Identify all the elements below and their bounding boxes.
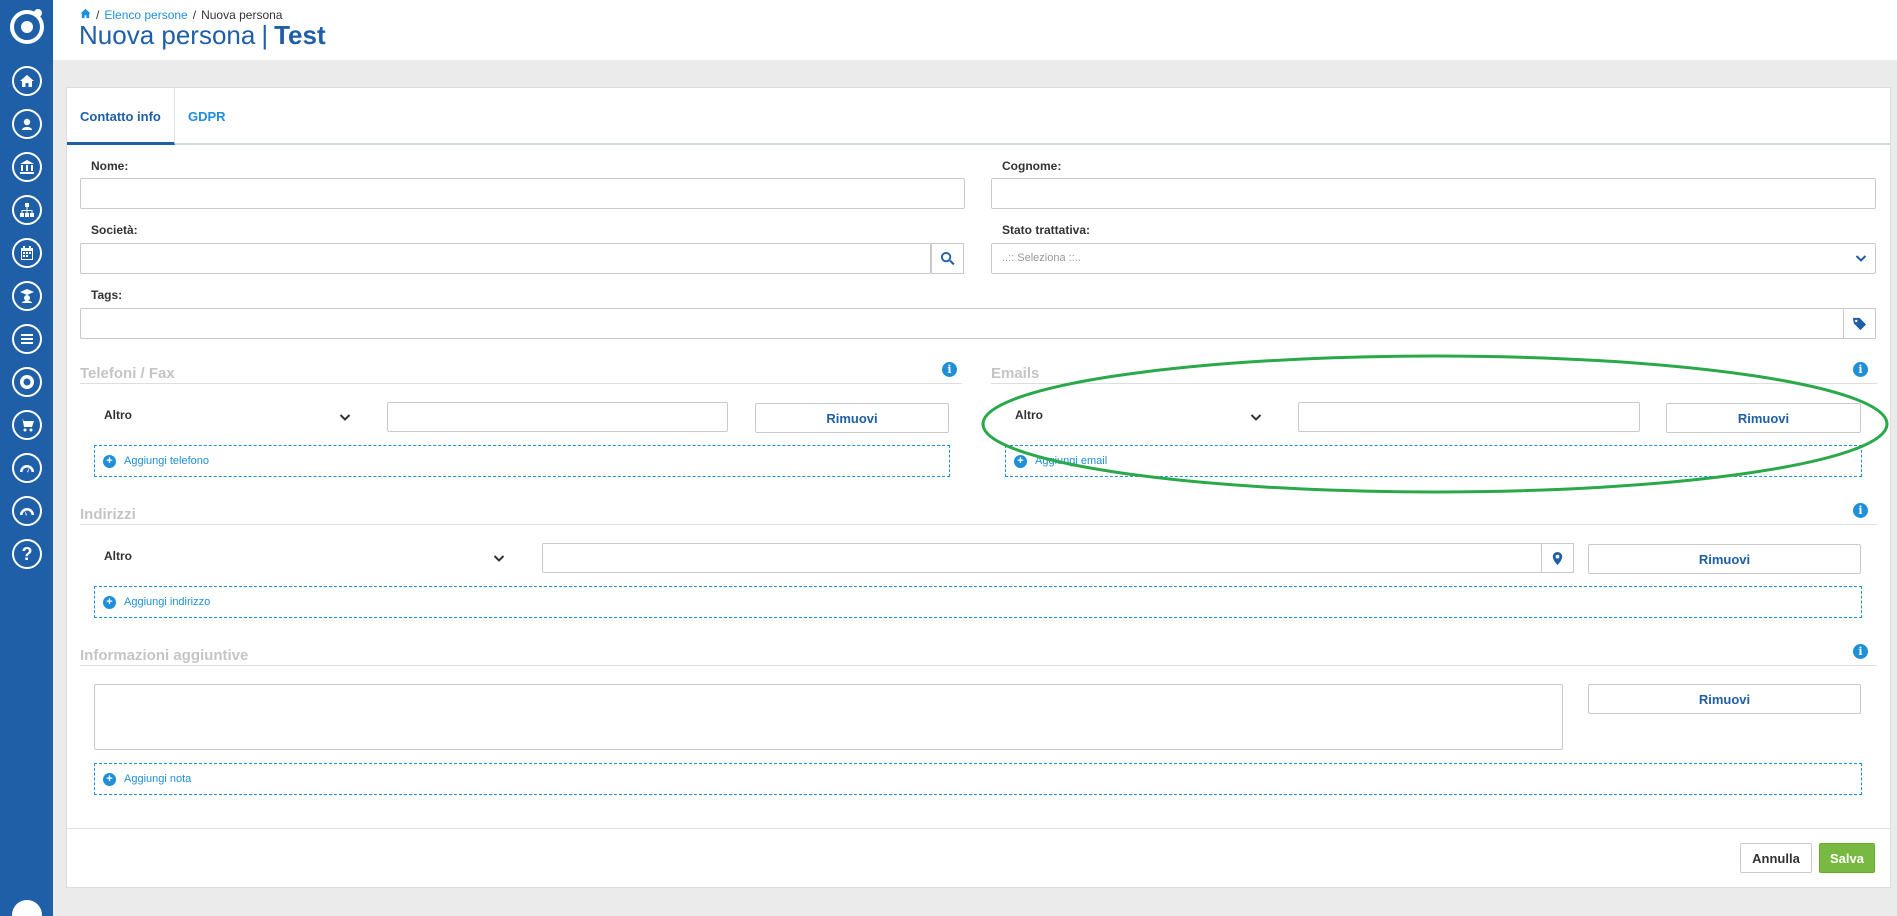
help-icon[interactable]: ? — [12, 539, 42, 569]
chevron-down-icon[interactable] — [493, 552, 505, 564]
info-section-title: Informazioni aggiuntive — [80, 647, 249, 664]
add-indirizzo-label: Aggiungi indirizzo — [124, 596, 211, 608]
nota-remove-button[interactable]: Rimuovi — [1588, 684, 1861, 714]
calendar-icon[interactable] — [12, 238, 42, 268]
add-telefono-button[interactable]: + Aggiungi telefono — [94, 445, 950, 477]
chevron-down-icon[interactable] — [1250, 411, 1262, 423]
chevron-down-icon — [1855, 255, 1867, 262]
user-avatar-icon[interactable] — [12, 900, 42, 916]
emails-divider — [991, 383, 1877, 384]
add-telefono-label: Aggiungi telefono — [124, 455, 210, 467]
add-nota-label: Aggiungi nota — [124, 773, 192, 785]
page-title-sub: Test — [274, 20, 326, 50]
tab-gdpr[interactable]: GDPR — [175, 88, 239, 145]
search-icon[interactable] — [931, 243, 964, 274]
add-indirizzo-button[interactable]: + Aggiungi indirizzo — [94, 586, 1862, 618]
app-logo-icon[interactable] — [8, 5, 46, 47]
cognome-input[interactable] — [991, 178, 1876, 209]
add-nota-button[interactable]: + Aggiungi nota — [94, 763, 1862, 795]
indirizzo-input[interactable] — [542, 543, 1542, 573]
cart-icon[interactable] — [12, 410, 42, 440]
telefoni-section-title: Telefoni / Fax — [80, 365, 175, 382]
telefoni-divider — [80, 383, 962, 384]
contact-icon[interactable] — [12, 109, 42, 139]
gauge-alt-icon[interactable] — [12, 496, 42, 526]
emails-info-icon[interactable]: i — [1853, 362, 1868, 377]
nota-textarea[interactable] — [94, 684, 1563, 750]
stato-trattativa-placeholder: ..:: Seleziona ::.. — [1002, 252, 1081, 264]
page-title-separator: | — [261, 20, 269, 50]
telefoni-info-icon[interactable]: i — [942, 362, 957, 377]
nome-input[interactable] — [80, 178, 965, 209]
chevron-down-icon[interactable] — [339, 411, 351, 423]
stato-trattativa-label: Stato trattativa: — [1002, 223, 1091, 237]
home-icon[interactable] — [12, 66, 42, 96]
plus-icon: + — [103, 454, 116, 468]
plus-icon: + — [1014, 454, 1027, 468]
indirizzi-section-title: Indirizzi — [80, 506, 136, 523]
graduate-icon[interactable] — [12, 281, 42, 311]
societa-input[interactable] — [80, 243, 931, 274]
gauge-icon[interactable] — [12, 453, 42, 483]
societa-label: Società: — [91, 223, 138, 237]
page-title-main: Nuova persona — [79, 20, 256, 50]
email-type-select[interactable]: Altro — [1015, 408, 1043, 422]
telefono-type-select[interactable]: Altro — [104, 408, 132, 422]
email-remove-button[interactable]: Rimuovi — [1666, 403, 1861, 433]
info-section-info-icon[interactable]: i — [1853, 644, 1868, 659]
add-email-button[interactable]: + Aggiungi email — [1005, 445, 1862, 477]
add-email-label: Aggiungi email — [1035, 455, 1108, 467]
page-title: Nuova persona | Test — [79, 20, 326, 51]
cognome-label: Cognome: — [1002, 159, 1062, 173]
indirizzo-remove-button[interactable]: Rimuovi — [1588, 544, 1861, 574]
save-button[interactable]: Salva — [1819, 843, 1875, 873]
cancel-button[interactable]: Annulla — [1740, 843, 1812, 873]
tags-label: Tags: — [91, 288, 123, 302]
emails-section-title: Emails — [991, 365, 1040, 382]
tab-bar: Contatto info GDPR — [67, 88, 1890, 145]
footer-divider — [67, 828, 1890, 829]
info-divider — [80, 665, 1877, 666]
bank-icon[interactable] — [12, 152, 42, 182]
list-icon[interactable] — [12, 324, 42, 354]
support-icon[interactable] — [12, 367, 42, 397]
tab-contatto-info[interactable]: Contatto info — [67, 88, 175, 145]
plus-icon: + — [103, 772, 116, 786]
indirizzo-type-select[interactable]: Altro — [104, 549, 132, 563]
form-card: Contatto info GDPR Nome: Cognome: Societ… — [66, 87, 1891, 888]
page-header: / Elenco persone / Nuova persona Nuova p… — [53, 0, 1897, 60]
telefono-remove-button[interactable]: Rimuovi — [755, 403, 949, 433]
indirizzi-divider — [80, 524, 1877, 525]
indirizzi-info-icon[interactable]: i — [1853, 503, 1868, 518]
nome-label: Nome: — [91, 159, 129, 173]
email-input[interactable] — [1298, 402, 1640, 432]
org-chart-icon[interactable] — [12, 195, 42, 225]
stato-trattativa-select[interactable]: ..:: Seleziona ::.. — [991, 243, 1876, 274]
plus-icon: + — [103, 595, 116, 609]
telefono-input[interactable] — [387, 402, 728, 432]
sidebar: ? — [0, 0, 53, 916]
tag-icon[interactable] — [1843, 308, 1876, 339]
map-marker-icon[interactable] — [1541, 543, 1574, 573]
tags-input[interactable] — [80, 308, 1844, 339]
